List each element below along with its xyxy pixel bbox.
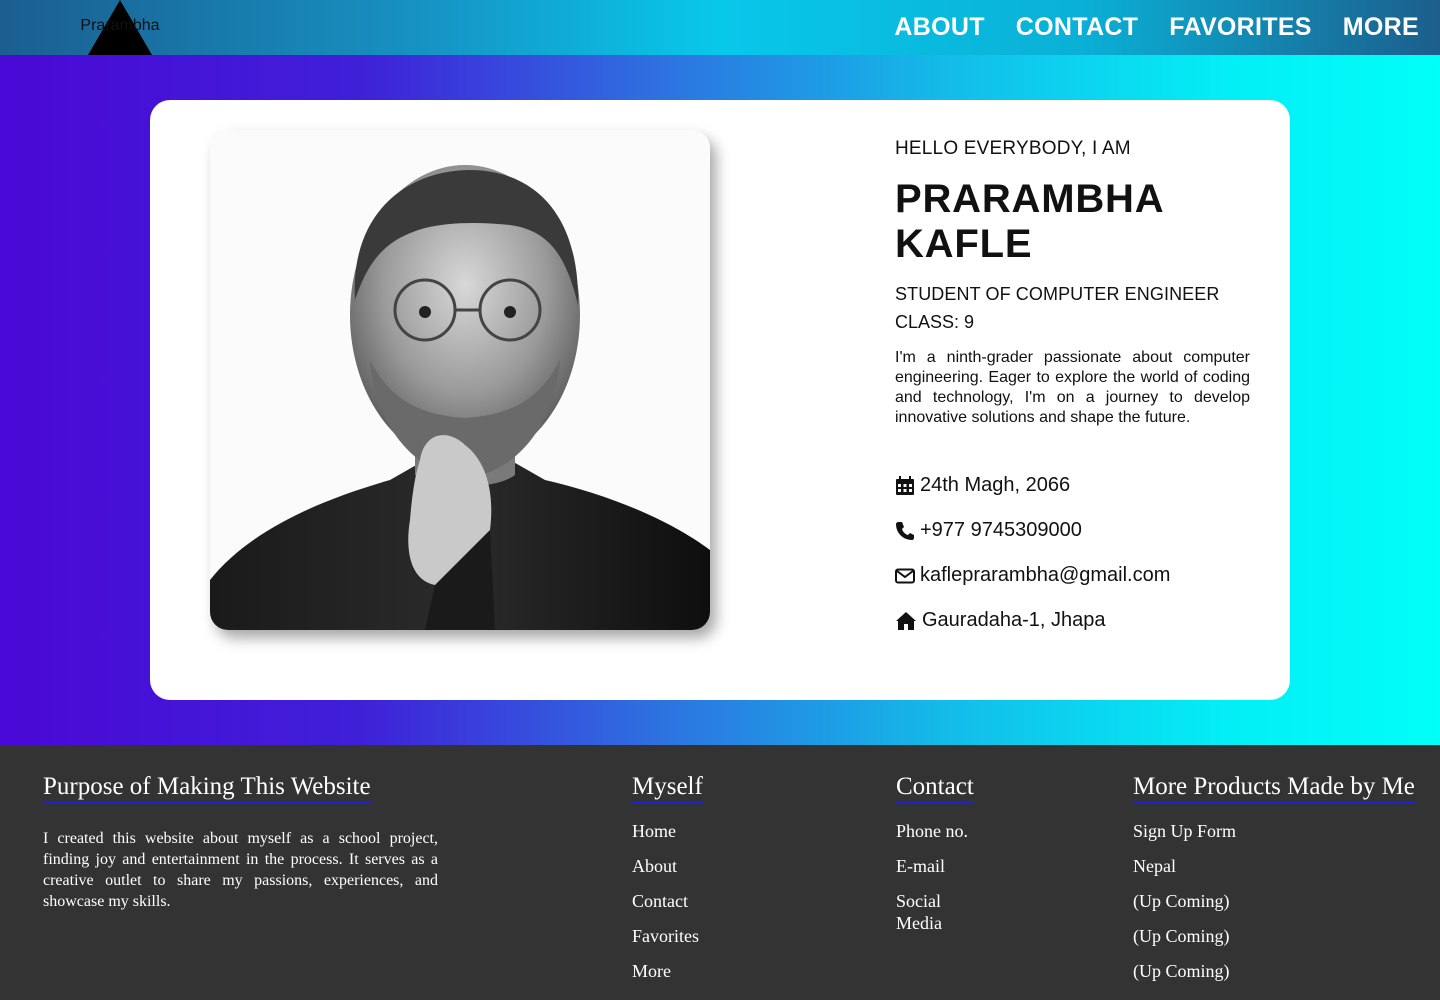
footer-products: More Products Made by Me Sign Up Form Ne… (1133, 773, 1415, 995)
footer-link-nepal[interactable]: Nepal (1133, 855, 1415, 877)
footer-link-more[interactable]: More (632, 960, 703, 982)
nav-more[interactable]: MORE (1343, 13, 1419, 42)
footer-link-phone[interactable]: Phone no. (896, 820, 986, 842)
profile-photo (210, 130, 710, 630)
name-first: PRARAMBHA (895, 177, 1165, 221)
detail-phone: +977 9745309000 (895, 508, 1250, 553)
footer-products-title: More Products Made by Me (1133, 773, 1415, 804)
footer-contact-links: Phone no. E-mail Social Media (896, 820, 986, 934)
footer-contact: Contact Phone no. E-mail Social Media (896, 773, 986, 947)
footer-link-upcoming[interactable]: (Up Coming) (1133, 960, 1415, 982)
detail-birthday: 24th Magh, 2066 (895, 463, 1250, 508)
home-icon (896, 611, 916, 630)
logo-text: Prarambha (80, 17, 160, 34)
detail-text: +977 9745309000 (920, 519, 1082, 541)
footer-link-upcoming[interactable]: (Up Coming) (1133, 925, 1415, 947)
profile-card: HELLO EVERYBODY, I AM PRARAMBHA KAFLE ST… (150, 100, 1290, 700)
footer-purpose-text: I created this website about myself as a… (43, 830, 438, 910)
envelope-icon (895, 568, 915, 583)
footer-myself-title: Myself (632, 773, 703, 804)
profile-info: HELLO EVERYBODY, I AM PRARAMBHA KAFLE ST… (895, 138, 1250, 643)
footer-products-links: Sign Up Form Nepal (Up Coming) (Up Comin… (1133, 820, 1415, 982)
footer-myself: Myself Home About Contact Favorites More (632, 773, 703, 995)
phone-icon (896, 521, 914, 540)
footer-link-favorites[interactable]: Favorites (632, 925, 703, 947)
greeting-text: HELLO EVERYBODY, I AM (895, 138, 1131, 159)
nav-favorites[interactable]: FAVORITES (1169, 13, 1312, 42)
nav-about[interactable]: ABOUT (894, 13, 984, 42)
detail-text: Gauradaha-1, Jhapa (922, 609, 1106, 631)
footer-purpose: Purpose of Making This Website I created… (43, 773, 438, 912)
hero-section: HELLO EVERYBODY, I AM PRARAMBHA KAFLE ST… (0, 55, 1440, 745)
footer-contact-title: Contact (896, 773, 974, 804)
footer-link-signup[interactable]: Sign Up Form (1133, 820, 1415, 842)
name-last: KAFLE (895, 222, 1033, 266)
detail-email: kafleprarambha@gmail.com (895, 553, 1250, 598)
contact-details: 24th Magh, 2066 +977 9745309000 kaflepra… (895, 463, 1250, 643)
footer-link-about[interactable]: About (632, 855, 703, 877)
detail-address: Gauradaha-1, Jhapa (895, 598, 1250, 643)
portrait-illustration (210, 130, 710, 630)
nav-contact[interactable]: CONTACT (1016, 13, 1138, 42)
footer-myself-links: Home About Contact Favorites More (632, 820, 703, 982)
site-logo[interactable]: Prarambha (75, 0, 165, 55)
footer-purpose-title: Purpose of Making This Website (43, 773, 371, 804)
footer-link-home[interactable]: Home (632, 820, 703, 842)
calendar-icon (896, 475, 914, 495)
footer-link-social[interactable]: Social Media (896, 890, 986, 934)
footer-link-contact[interactable]: Contact (632, 890, 703, 912)
site-footer: Purpose of Making This Website I created… (0, 745, 1440, 1000)
detail-text: 24th Magh, 2066 (920, 474, 1071, 496)
top-navbar: Prarambha ABOUT CONTACT FAVORITES MORE (0, 0, 1440, 55)
footer-link-email[interactable]: E-mail (896, 855, 986, 877)
footer-link-upcoming[interactable]: (Up Coming) (1133, 890, 1415, 912)
profile-name: PRARAMBHA KAFLE (895, 177, 1250, 267)
detail-text: kafleprarambha@gmail.com (920, 564, 1171, 586)
profile-bio: I'm a ninth-grader passionate about comp… (895, 349, 1250, 426)
profile-class: CLASS: 9 (895, 312, 975, 332)
main-nav: ABOUT CONTACT FAVORITES MORE (894, 0, 1419, 55)
profile-role: STUDENT OF COMPUTER ENGINEER (895, 284, 1220, 304)
